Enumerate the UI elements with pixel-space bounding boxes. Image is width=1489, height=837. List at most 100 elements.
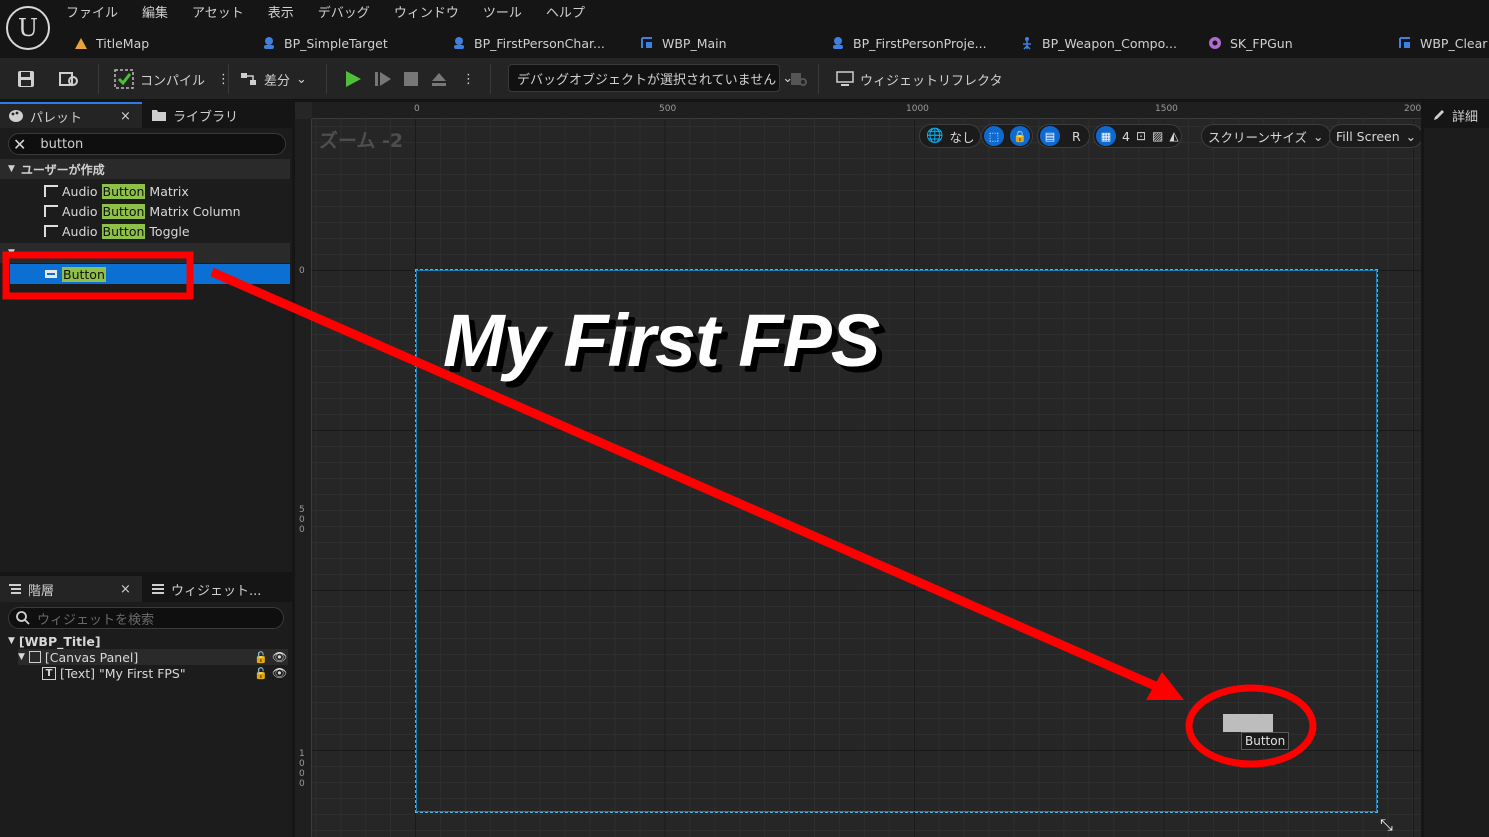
- lock-open-icon[interactable]: 🔓: [254, 651, 268, 664]
- tab-bp-simpletarget[interactable]: BP_SimpleTarget: [262, 31, 388, 55]
- tab-bp-weapon-compo[interactable]: BP_Weapon_Compo...: [1020, 31, 1177, 55]
- lock-open-icon[interactable]: 🔓: [254, 667, 268, 680]
- widget-blueprint-icon: [1399, 37, 1410, 48]
- step-icon: [375, 72, 391, 86]
- list-icon: [152, 584, 164, 594]
- palette-icon: [9, 110, 23, 122]
- palette-item[interactable]: Audio Button Toggle: [44, 221, 190, 241]
- close-icon[interactable]: ×: [120, 582, 131, 597]
- browse-icon: [59, 72, 78, 86]
- save-button[interactable]: [16, 66, 36, 92]
- grid-snap-group[interactable]: ▦ 4 ⊡ ▨ ◭: [1093, 124, 1182, 148]
- layout-icon[interactable]: ▤: [1040, 126, 1060, 146]
- tab-hierarchy[interactable]: 階層 ×: [0, 576, 142, 602]
- eye-icon[interactable]: 👁: [272, 650, 287, 664]
- title-text-widget[interactable]: My First FPS: [443, 298, 880, 383]
- browse-button[interactable]: [58, 66, 80, 92]
- chevron-down-icon: ⌄: [1405, 128, 1417, 144]
- palette-item-button-selected[interactable]: Button: [10, 264, 290, 284]
- play-icon: [346, 71, 361, 87]
- lock-toggle-group[interactable]: ⬚ 🔒: [981, 124, 1033, 148]
- category-user-created[interactable]: ▼ ユーザーが作成: [0, 159, 290, 179]
- fill-screen-select[interactable]: Fill Screen ⌄: [1329, 124, 1421, 148]
- eject-button[interactable]: [430, 66, 448, 92]
- stop-button[interactable]: [403, 66, 419, 92]
- monitor-icon: [836, 71, 854, 86]
- eject-icon: [432, 73, 446, 86]
- close-icon[interactable]: ×: [120, 109, 131, 124]
- hierarchy-icon: [9, 584, 21, 594]
- tab-wbp-clear[interactable]: WBP_Clear: [1398, 31, 1487, 55]
- step-button[interactable]: [374, 66, 392, 92]
- blueprint-pawn-icon: [833, 37, 843, 49]
- eye-icon[interactable]: 👁: [272, 666, 287, 680]
- compile-button[interactable]: コンパイル ⋮: [114, 66, 230, 92]
- skeletal-mesh-icon: [1209, 37, 1221, 49]
- locale-preview-select[interactable]: 🌐 なし: [919, 124, 982, 148]
- diff-icon: [241, 73, 256, 85]
- tab-sk-fpgun[interactable]: SK_FPGun: [1208, 31, 1293, 55]
- button-widget-icon: [45, 270, 57, 278]
- tab-bp-firstpersonchar[interactable]: BP_FirstPersonChar...: [452, 31, 605, 55]
- menu-file[interactable]: ファイル: [66, 2, 118, 22]
- zoom-level: ズーム -2: [319, 130, 404, 152]
- tab-widget-binding[interactable]: ウィジェット...: [143, 576, 291, 602]
- menu-tools[interactable]: ツール: [483, 2, 522, 22]
- widget-reflector-button[interactable]: ウィジェットリフレクタ: [836, 66, 1002, 92]
- tree-root[interactable]: ▼ [WBP_Title]: [8, 633, 101, 649]
- screen-size-select[interactable]: スクリーンサイズ ⌄: [1201, 124, 1331, 148]
- debug-object-select[interactable]: デバッグオブジェクトが選択されていません ⌄: [508, 64, 793, 92]
- palette-item[interactable]: Audio Button Matrix Column: [44, 201, 241, 221]
- mirror-icon[interactable]: ◭: [1169, 129, 1178, 143]
- r-toggle[interactable]: R: [1066, 129, 1087, 144]
- title-bar: U ファイル 編集 アセット 表示 デバッグ ウィンドウ ツール ヘルプ Tit…: [0, 0, 1489, 58]
- dpi-icon[interactable]: ⊡: [1136, 129, 1146, 143]
- ruler-top: 0 500 1000 1500 200: [312, 102, 1421, 119]
- globe-icon: 🌐: [926, 128, 944, 144]
- play-options-icon[interactable]: ⋮: [462, 66, 475, 92]
- menu-view[interactable]: 表示: [268, 2, 294, 22]
- play-button[interactable]: [344, 66, 362, 92]
- unreal-logo-icon[interactable]: U: [6, 6, 50, 50]
- menu-debug[interactable]: デバッグ: [318, 2, 370, 22]
- hierarchy-panel: 階層 × ウィジェット... ウィジェットを検索 ▼ [WBP_Title] ▼…: [0, 576, 292, 837]
- menu-help[interactable]: ヘルプ: [546, 2, 585, 22]
- tab-wbp-main[interactable]: WBP_Main: [640, 31, 727, 55]
- blueprint-pawn-icon: [264, 37, 274, 49]
- palette-search-input[interactable]: ✕ button: [8, 133, 286, 155]
- dotted-select-icon[interactable]: ⬚: [984, 126, 1004, 146]
- tab-library[interactable]: ライブラリ: [143, 102, 291, 128]
- tab-details[interactable]: 詳細: [1424, 102, 1489, 128]
- designer-viewport[interactable]: 0 500 1000 1500 200 0 500 1000 ズーム -2 🌐 …: [295, 102, 1421, 837]
- resize-handle-icon[interactable]: ⤡: [1380, 815, 1393, 835]
- palette-item[interactable]: Audio Button Matrix: [44, 181, 189, 201]
- details-panel: 詳細: [1424, 102, 1489, 837]
- lock-icon[interactable]: 🔒: [1010, 126, 1030, 146]
- document-tabs: TitleMap BP_SimpleTarget BP_FirstPersonC…: [66, 31, 1489, 55]
- respect-locks-group[interactable]: ▤ R: [1037, 124, 1090, 148]
- widget-blueprint-icon: [641, 37, 652, 48]
- compile-check-icon: [114, 69, 134, 89]
- tree-canvas-panel[interactable]: ▼ [Canvas Panel] 🔓 👁: [18, 649, 288, 665]
- tab-titlemap[interactable]: TitleMap: [74, 31, 149, 55]
- chevron-down-icon: ▼: [8, 636, 15, 646]
- ruler-left: 0 500 1000: [295, 119, 312, 837]
- search-icon: [16, 611, 30, 625]
- widget-search-input[interactable]: ウィジェットを検索: [8, 607, 284, 629]
- drag-tooltip: Button: [1241, 732, 1290, 750]
- grid-size-value[interactable]: 4: [1122, 129, 1130, 144]
- image-icon[interactable]: ▨: [1152, 129, 1163, 143]
- tab-bp-firstpersonproje[interactable]: BP_FirstPersonProje...: [831, 31, 987, 55]
- menu-asset[interactable]: アセット: [192, 2, 244, 22]
- menu-window[interactable]: ウィンドウ: [394, 2, 459, 22]
- tree-text-node[interactable]: T [Text] "My First FPS" 🔓 👁: [42, 665, 288, 681]
- diff-button[interactable]: 差分 ⌄: [240, 66, 307, 92]
- dropped-button-widget[interactable]: [1223, 714, 1273, 732]
- text-widget-icon: T: [42, 666, 56, 680]
- category-common[interactable]: ▼: [0, 243, 290, 263]
- grid-icon[interactable]: ▦: [1096, 126, 1116, 146]
- tab-palette[interactable]: パレット ×: [0, 102, 142, 128]
- clear-search-icon[interactable]: ✕: [13, 135, 26, 154]
- blueprint-pawn-icon: [454, 37, 464, 49]
- menu-edit[interactable]: 編集: [142, 2, 168, 22]
